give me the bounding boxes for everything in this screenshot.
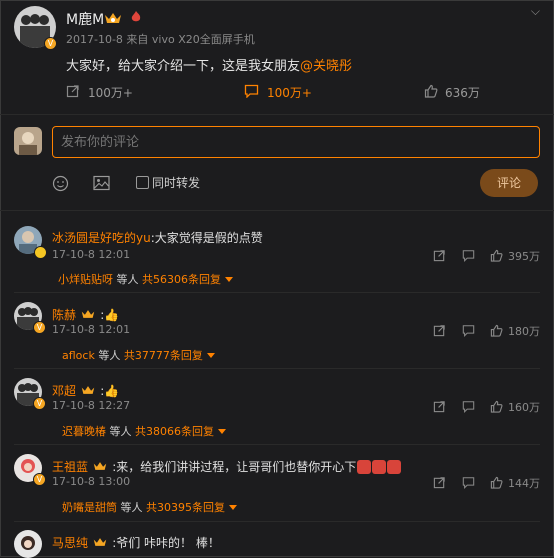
reply-mid: 等人 — [117, 501, 146, 514]
comment-5: 马思纯 :爷们 咔咔的！ 棒！ — [52, 532, 220, 551]
reply-total[interactable]: 共30395条回复 — [146, 501, 225, 514]
share-icon[interactable] — [433, 398, 446, 417]
repost-icon[interactable] — [66, 83, 80, 102]
mention-link[interactable]: @关晓彤 — [300, 59, 352, 74]
share-icon[interactable] — [433, 474, 446, 493]
comment-like-count[interactable]: 395万 — [508, 248, 540, 264]
comment-time: 17-10-8 12:01 — [52, 323, 131, 336]
emoji-icon[interactable] — [52, 175, 69, 196]
crown-badge-icon — [81, 381, 95, 394]
dropdown-arrow-icon[interactable] — [225, 277, 233, 282]
comment-2: 陈赫 :👍 — [52, 304, 119, 323]
dropdown-arrow-icon[interactable] — [218, 429, 226, 434]
post-text: 大家好，给大家介绍一下，这是我女朋友@关晓彤 — [66, 55, 352, 74]
reply-icon[interactable] — [462, 474, 475, 493]
comment-avatar[interactable] — [14, 530, 42, 558]
reply-icon[interactable] — [462, 322, 475, 341]
crown-badge-icon — [104, 10, 122, 29]
reply-icon[interactable] — [462, 398, 475, 417]
verified-badge-icon: V — [33, 321, 46, 334]
divider — [14, 521, 540, 522]
like-icon[interactable] — [424, 83, 438, 102]
comment-text: :👍 — [100, 308, 120, 322]
divider — [0, 114, 554, 115]
crown-badge-icon — [93, 457, 107, 470]
reply-mid: 等人 — [106, 425, 135, 438]
reply-user[interactable]: aflock — [62, 349, 95, 362]
comment-time: 17-10-8 13:00 — [52, 475, 131, 488]
post-meta: 2017-10-8 来自 vivo X20全面屏手机 — [66, 33, 255, 46]
commenter-name[interactable]: 王祖蓝 — [52, 460, 88, 474]
comment-1: 冰汤圆是好吃的yu:大家觉得是假的点赞 — [52, 227, 263, 246]
dropdown-arrow-icon[interactable] — [229, 505, 237, 510]
reply-summary[interactable]: aflock 等人 共37777条回复 — [62, 347, 215, 363]
like-icon[interactable] — [490, 474, 503, 493]
checkbox-icon[interactable] — [136, 176, 149, 189]
commenter-name[interactable]: 陈赫 — [52, 308, 76, 322]
divider — [0, 210, 554, 211]
comment-time: 17-10-8 12:27 — [52, 399, 131, 412]
my-avatar — [14, 127, 42, 155]
laugh-emoji-icon — [387, 460, 402, 474]
comment-4: 王祖蓝 :来，给我们讲讲过程，让哥哥们也替你开心下 — [52, 456, 402, 475]
post-text-body: 大家好，给大家介绍一下，这是我女朋友 — [66, 59, 301, 74]
comment-like-count[interactable]: 180万 — [508, 323, 540, 339]
reply-total[interactable]: 共37777条回复 — [124, 349, 203, 362]
dropdown-arrow-icon[interactable] — [206, 353, 215, 358]
commenter-name[interactable]: 马思纯 — [52, 536, 88, 550]
verified-badge-icon: V — [33, 397, 46, 410]
reply-summary[interactable]: 小烊贴贴呀 等人 共56306条回复 — [58, 271, 233, 287]
comment-text: :大家觉得是假的点赞 — [150, 231, 263, 245]
comment-text: :来，给我们讲讲过程，让哥哥们也替你开心下 — [112, 460, 357, 474]
like-icon[interactable] — [490, 247, 503, 266]
fire-badge-icon — [129, 9, 143, 28]
chevron-down-icon[interactable]: ⌵ — [531, 4, 540, 19]
repost-count[interactable]: 100万+ — [88, 84, 133, 101]
comment-3: 邓超 :👍 — [52, 380, 119, 399]
verified-badge-icon: V — [44, 37, 57, 50]
submit-comment-button[interactable]: 评论 — [480, 169, 538, 197]
member-badge-icon — [34, 246, 47, 259]
image-icon[interactable] — [93, 175, 110, 195]
divider — [14, 444, 540, 445]
crown-badge-icon — [93, 533, 107, 546]
comment-text: :爷们 咔咔的！ 棒！ — [112, 536, 220, 550]
comment-input[interactable] — [52, 126, 540, 158]
reply-user[interactable]: 奶嘴是甜筒 — [62, 501, 117, 514]
reply-user[interactable]: 迟暮晚椿 — [62, 425, 106, 438]
comment-icon[interactable] — [244, 83, 259, 102]
comment-like-count[interactable]: 144万 — [508, 475, 540, 491]
comment-time: 17-10-8 12:01 — [52, 248, 131, 261]
reply-summary[interactable]: 奶嘴是甜筒 等人 共30395条回复 — [62, 499, 237, 515]
divider — [14, 292, 540, 293]
share-icon[interactable] — [433, 247, 446, 266]
laugh-emoji-icon — [357, 460, 372, 474]
commenter-name[interactable]: 冰汤圆是好吃的yu — [52, 231, 151, 245]
comment-text: :👍 — [100, 384, 120, 398]
crown-badge-icon — [81, 305, 95, 318]
commenter-name[interactable]: 邓超 — [52, 384, 76, 398]
divider — [14, 368, 540, 369]
comment-like-count[interactable]: 160万 — [508, 399, 540, 415]
reply-total[interactable]: 共38066条回复 — [135, 425, 214, 438]
laugh-emoji-icon — [372, 460, 387, 474]
share-icon[interactable] — [433, 322, 446, 341]
also-repost-label[interactable]: 同时转发 — [152, 174, 200, 191]
reply-mid: 等人 — [113, 273, 142, 286]
reply-total[interactable]: 共56306条回复 — [142, 273, 221, 286]
reply-mid: 等人 — [94, 349, 124, 362]
comment-count[interactable]: 100万+ — [267, 84, 312, 101]
reply-user[interactable]: 小烊贴贴呀 — [58, 273, 113, 286]
like-count[interactable]: 636万 — [445, 84, 480, 101]
verified-badge-icon: V — [33, 473, 46, 486]
like-icon[interactable] — [490, 398, 503, 417]
reply-summary[interactable]: 迟暮晚椿 等人 共38066条回复 — [62, 423, 226, 439]
reply-icon[interactable] — [462, 247, 475, 266]
author-name[interactable]: M鹿M — [66, 9, 104, 29]
like-icon[interactable] — [490, 322, 503, 341]
